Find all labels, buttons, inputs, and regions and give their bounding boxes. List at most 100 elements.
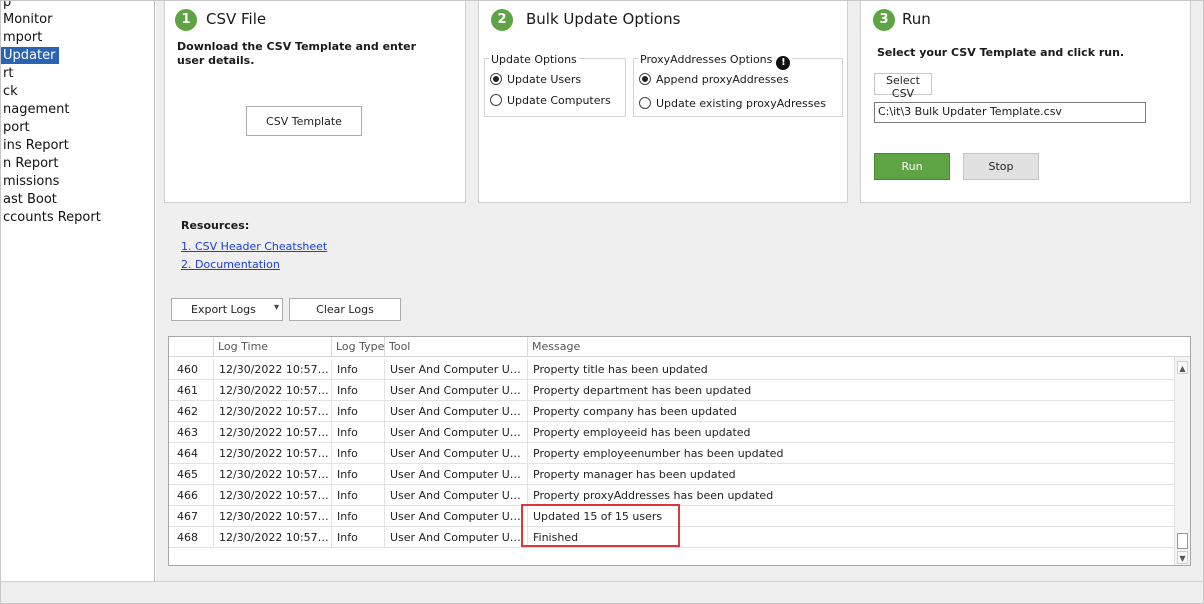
documentation-link[interactable]: 2. Documentation [181, 258, 280, 271]
export-logs-label: Export Logs [191, 303, 256, 316]
step-3-title: Run [902, 10, 931, 28]
row-number: 468 [177, 531, 198, 544]
export-logs-button[interactable]: Export Logs ▾ [171, 298, 283, 321]
log-time-cell: 12/30/2022 10:57:22 [213, 422, 331, 443]
message-cell: Property employeeid has been updated [527, 422, 1174, 443]
run-button[interactable]: Run [874, 153, 950, 180]
sidebar-item[interactable]: rt [1, 65, 13, 82]
message-cell: Property manager has been updated [527, 464, 1174, 485]
chevron-down-icon[interactable]: ▾ [274, 302, 279, 313]
csv-template-button[interactable]: CSV Template [246, 106, 362, 136]
radio-checked-icon [490, 73, 502, 85]
log-type-cell: Info [331, 422, 384, 443]
csv-file-panel: 1 CSV File Download the CSV Template and… [164, 1, 466, 203]
log-time-cell: 12/30/2022 10:57:22 [213, 464, 331, 485]
sidebar-item-updater[interactable]: Updater [1, 47, 60, 64]
proxyaddresses-options-label: ProxyAddresses Options [640, 53, 773, 66]
log-time-cell: 12/30/2022 10:57:22 [213, 485, 331, 506]
sidebar-item-report[interactable]: port [1, 119, 30, 136]
tool-cell: User And Computer Updat... [384, 422, 527, 443]
sidebar-item-management[interactable]: nagement [1, 101, 69, 118]
tool-cell: User And Computer Updat... [384, 527, 527, 548]
app-window: p Monitor mport Updater rt ck nagement p… [0, 0, 1204, 604]
update-users-label: Update Users [507, 73, 582, 86]
column-log-type[interactable]: Log Type [331, 337, 384, 357]
column-message[interactable]: Message [527, 337, 1174, 357]
update-computers-label: Update Computers [507, 94, 611, 107]
select-csv-button[interactable]: Select CSV [874, 73, 932, 100]
log-type-cell: Info [331, 506, 384, 527]
sidebar-item-permissions[interactable]: missions [1, 173, 59, 190]
tool-cell: User And Computer Updat... [384, 359, 527, 380]
csv-path-field[interactable]: C:\it\3 Bulk Updater Template.csv [874, 102, 1146, 123]
sidebar-item[interactable]: p [1, 1, 11, 11]
message-cell: Property employeenumber has been updated [527, 443, 1174, 464]
append-proxyaddresses-label: Append proxyAddresses [656, 73, 789, 86]
tool-cell: User And Computer Updat... [384, 506, 527, 527]
table-row[interactable]: 462 12/30/2022 10:57:22 Info User And Compu… [169, 401, 1174, 422]
radio-checked-icon [639, 73, 651, 85]
info-icon[interactable]: ! [776, 56, 791, 70]
grid-header: Log Time Log Type Tool Message [169, 337, 1190, 357]
step-3-instruction: Select your CSV Template and click run. [877, 46, 1125, 59]
log-type-cell: Info [331, 401, 384, 422]
vertical-scrollbar[interactable]: ▲ ▼ [1174, 357, 1190, 565]
table-row[interactable]: 461 12/30/2022 10:57:22 Info User And Compu… [169, 380, 1174, 401]
scroll-up-icon[interactable]: ▲ [1177, 361, 1188, 374]
table-row[interactable]: 460 12/30/2022 10:57:22 Info User And Compu… [169, 359, 1174, 380]
row-number: 464 [177, 447, 198, 460]
status-bar [1, 581, 1203, 603]
update-existing-proxyaddresses-radio[interactable]: Update existing proxyAdresses [639, 97, 826, 110]
step-1-badge: 1 [175, 9, 197, 31]
table-row[interactable]: 464 12/30/2022 10:57:22 Info User And Compu… [169, 443, 1174, 464]
log-time-cell: 12/30/2022 10:57:22 [213, 401, 331, 422]
sidebar-item-admins-report[interactable]: ins Report [1, 137, 69, 154]
table-row[interactable]: 465 12/30/2022 10:57:22 Info User And Compu… [169, 464, 1174, 485]
log-type-cell: Info [331, 443, 384, 464]
update-computers-radio[interactable]: Update Computers [490, 94, 611, 107]
log-time-cell: 12/30/2022 10:57:22 [213, 359, 331, 380]
tool-cell: User And Computer Updat... [384, 485, 527, 506]
log-type-cell: Info [331, 359, 384, 380]
message-cell: Property company has been updated [527, 401, 1174, 422]
step-1-instruction: Download the CSV Template and enter user… [177, 40, 417, 67]
row-number: 462 [177, 405, 198, 418]
tool-cell: User And Computer Updat... [384, 443, 527, 464]
table-row[interactable]: 467 12/30/2022 10:57:22 Info User And Compu… [169, 506, 1174, 527]
append-proxyaddresses-radio[interactable]: Append proxyAddresses [639, 73, 789, 86]
radio-unchecked-icon [490, 94, 502, 106]
column-log-time[interactable]: Log Time [213, 337, 331, 357]
message-cell: Property proxyAddresses has been updated [527, 485, 1174, 506]
csv-header-cheatsheet-link[interactable]: 1. CSV Header Cheatsheet [181, 240, 327, 253]
sidebar-item-last-boot[interactable]: ast Boot [1, 191, 57, 208]
step-3-badge: 3 [873, 9, 895, 31]
scroll-down-icon[interactable]: ▼ [1177, 551, 1188, 564]
sidebar-item-import[interactable]: mport [1, 29, 42, 46]
stop-button[interactable]: Stop [963, 153, 1039, 180]
table-row[interactable]: 463 12/30/2022 10:57:22 Info User And Compu… [169, 422, 1174, 443]
proxyaddresses-options-group: ProxyAddresses Options! Append proxyAddr… [633, 53, 843, 117]
sidebar-item-report-2[interactable]: n Report [1, 155, 58, 172]
column-tool[interactable]: Tool [384, 337, 527, 357]
log-time-cell: 12/30/2022 10:57:22 [213, 527, 331, 548]
row-number: 461 [177, 384, 198, 397]
scroll-thumb[interactable] [1177, 533, 1188, 549]
row-number: 463 [177, 426, 198, 439]
log-grid[interactable]: Log Time Log Type Tool Message 460 12/30/… [168, 336, 1191, 566]
log-type-cell: Info [331, 485, 384, 506]
sidebar-item-monitor[interactable]: Monitor [1, 11, 52, 28]
message-cell: Updated 15 of 15 users [527, 506, 1174, 527]
table-row[interactable]: 466 12/30/2022 10:57:22 Info User And Compu… [169, 485, 1174, 506]
sidebar-item-accounts-report[interactable]: ccounts Report [1, 209, 101, 226]
tool-cell: User And Computer Updat... [384, 380, 527, 401]
update-users-radio[interactable]: Update Users [490, 73, 581, 86]
row-number: 465 [177, 468, 198, 481]
update-options-group: Update Options Update Users Update Compu… [484, 53, 626, 117]
sidebar: p Monitor mport Updater rt ck nagement p… [1, 1, 155, 581]
table-row[interactable]: 468 12/30/2022 10:57:22 Info User And Compu… [169, 527, 1174, 548]
message-cell: Property title has been updated [527, 359, 1174, 380]
row-number: 460 [177, 363, 198, 376]
clear-logs-button[interactable]: Clear Logs [289, 298, 401, 321]
sidebar-item[interactable]: ck [1, 83, 18, 100]
radio-unchecked-icon [639, 97, 651, 109]
